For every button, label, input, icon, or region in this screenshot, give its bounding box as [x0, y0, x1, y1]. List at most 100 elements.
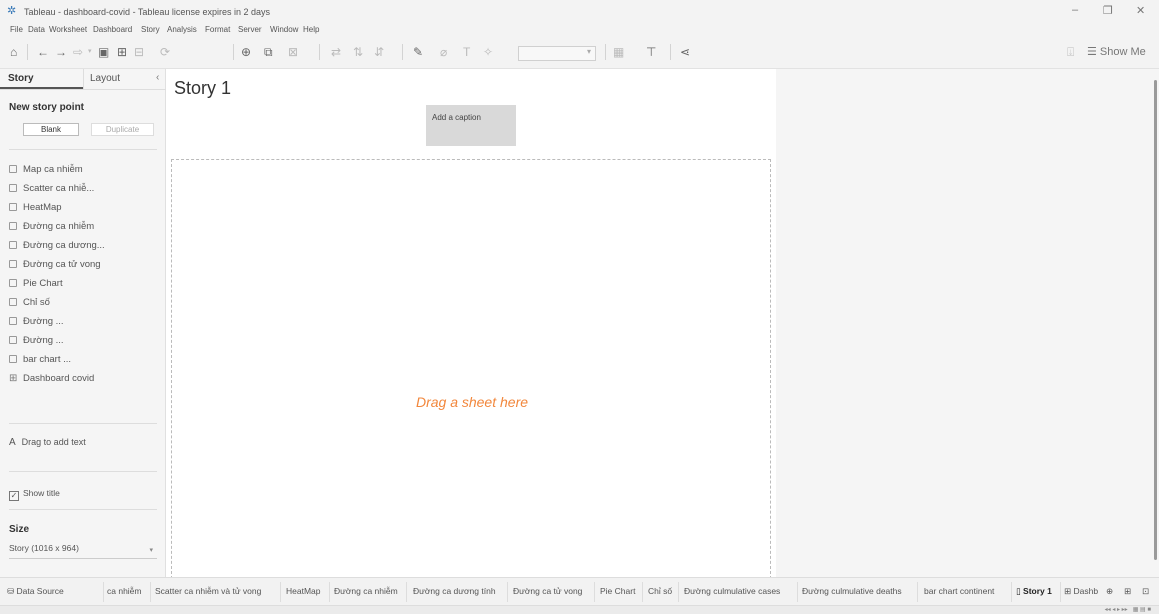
menu-server[interactable]: Server [238, 25, 262, 34]
new-story-icon[interactable]: ⊡ [1142, 586, 1149, 597]
tableau-logo-icon: ✲ [7, 5, 17, 17]
new-datasource-icon[interactable]: ⊞ [117, 45, 127, 59]
pause-updates-icon[interactable]: ⊟ [134, 45, 144, 59]
size-select[interactable]: Story (1016 x 964) ▾ [9, 543, 157, 559]
new-story-point-heading: New story point [9, 102, 85, 113]
checkbox-checked-icon: ✓ [9, 491, 19, 501]
cards-icon[interactable]: ▦ [613, 45, 624, 59]
tab-story-1[interactable]: ▯ Story 1 [1016, 586, 1052, 597]
story-canvas: Story 1 Add a caption Drag a sheet here [166, 69, 776, 579]
chevron-down-icon[interactable]: ▾ [88, 45, 92, 59]
worksheet-icon [9, 184, 17, 192]
drop-hint: Drag a sheet here [415, 394, 529, 410]
tab-sheet[interactable]: Đường ca nhiễm [334, 586, 398, 596]
tab-sheet[interactable]: Chỉ số [648, 586, 672, 596]
tab-sheet[interactable]: Đường culmulative cases [684, 586, 780, 596]
worksheet-icon [9, 298, 17, 306]
new-worksheet-icon[interactable]: ⊕ [1106, 586, 1113, 597]
sheet-item[interactable]: ⊞ Dashboard covid [9, 373, 94, 387]
swap-icon[interactable]: ⇄ [331, 45, 341, 59]
sheet-item[interactable]: Pie Chart [9, 278, 63, 292]
sheet-item[interactable]: Đường ... [9, 335, 64, 349]
sort-desc-icon[interactable]: ⇵ [374, 45, 384, 59]
clear-sheet-icon[interactable]: ⊠ [288, 45, 298, 59]
sheet-item[interactable]: Map ca nhiễm [9, 164, 83, 178]
menu-help[interactable]: Help [303, 25, 319, 34]
menu-data[interactable]: Data [28, 25, 45, 34]
presentation-icon[interactable]: ⊤ [646, 45, 656, 59]
tab-layout[interactable]: Layout [90, 73, 120, 84]
tab-data-source[interactable]: ⛁ Data Source [7, 586, 64, 597]
menu-format[interactable]: Format [205, 25, 230, 34]
close-icon[interactable]: ✕ [1136, 4, 1145, 17]
menu-analysis[interactable]: Analysis [167, 25, 197, 34]
worksheet-icon [9, 355, 17, 363]
tab-sheet[interactable]: bar chart continent [924, 586, 994, 596]
drag-to-add-text[interactable]: A Drag to add text [9, 437, 86, 448]
minimize-icon[interactable]: – [1072, 4, 1078, 16]
story-icon: ▯ [1016, 586, 1024, 596]
fit-select[interactable]: ▾ [518, 46, 596, 61]
worksheet-icon [9, 260, 17, 268]
menu-worksheet[interactable]: Worksheet [49, 25, 87, 34]
refresh-icon[interactable]: ⟳ [160, 45, 170, 59]
labels-icon[interactable]: T [463, 45, 470, 59]
dashboard-icon: ⊞ [9, 373, 18, 384]
highlight-icon[interactable]: ✎ [413, 45, 423, 59]
sheet-navigation-icon[interactable]: ◂◂ ◂ ▸ ▸▸ ▦ ▤ ■ [1105, 606, 1151, 613]
tab-sheet[interactable]: Đường ca tử vong [513, 586, 582, 596]
duplicate-button[interactable]: Duplicate [91, 123, 154, 136]
sort-asc-icon[interactable]: ⇅ [353, 45, 363, 59]
tab-sheet[interactable]: Đường ca dương tính [413, 586, 496, 596]
sheet-item[interactable]: Đường ... [9, 316, 64, 330]
vertical-scrollbar[interactable] [1154, 80, 1157, 560]
redo-icon[interactable]: → [55, 45, 67, 59]
chevron-down-icon: ▾ [149, 547, 153, 554]
worksheet-icon [9, 336, 17, 344]
restore-icon[interactable]: ❐ [1103, 4, 1113, 17]
worksheet-icon [9, 241, 17, 249]
tab-sheet[interactable]: Đường culmulative deaths [802, 586, 902, 596]
worksheet-icon [9, 222, 17, 230]
tab-sheet[interactable]: Pie Chart [600, 586, 635, 596]
sheet-item[interactable]: Đường ca tử vong [9, 259, 101, 273]
menu-file[interactable]: File [10, 25, 23, 34]
sheet-item[interactable]: Scatter ca nhiễ... [9, 183, 94, 197]
sheet-item[interactable]: Đường ca nhiễm [9, 221, 94, 235]
new-worksheet-icon[interactable]: ⊕ [241, 45, 251, 59]
menu-window[interactable]: Window [270, 25, 298, 34]
home-icon[interactable]: ⌂ [10, 45, 17, 59]
show-me-icon: ☰ [1087, 46, 1100, 58]
story-point-caption[interactable]: Add a caption [426, 105, 516, 146]
sheet-item[interactable]: bar chart ... [9, 354, 71, 368]
tab-sheet[interactable]: HeatMap [286, 586, 321, 596]
sheet-item[interactable]: Chỉ số [9, 297, 50, 311]
duplicate-sheet-icon[interactable]: ⧉ [264, 45, 273, 59]
title-bar: ✲ Tableau - dashboard-covid - Tableau li… [0, 0, 1159, 22]
new-dashboard-icon[interactable]: ⊞ [1124, 586, 1131, 597]
sheet-item[interactable]: Đường ca dương... [9, 240, 105, 254]
show-title-checkbox[interactable]: ✓ Show title [9, 488, 60, 501]
collapse-icon[interactable]: ‹ [156, 72, 159, 83]
tab-dashboard[interactable]: ⊞ Dashb [1064, 586, 1098, 597]
tab-sheet[interactable]: Scatter ca nhiễm và tử vong [155, 586, 261, 596]
text-object-icon: A [9, 437, 16, 448]
sheet-drop-zone[interactable]: Drag a sheet here [171, 159, 771, 579]
toolbar: ⌂ ← → ⇨ ▾ ▣ ⊞ ⊟ ⟳ ⊕ ⧉ ⊠ ⇄ ⇅ ⇵ ✎ ⌀ T ✧ ▾ … [0, 36, 1159, 69]
tab-sheet[interactable]: ca nhiễm [107, 586, 142, 596]
menu-story[interactable]: Story [141, 25, 160, 34]
menu-dashboard[interactable]: Dashboard [93, 25, 132, 34]
story-title[interactable]: Story 1 [174, 78, 231, 99]
pin-icon[interactable]: ✧ [483, 45, 493, 59]
show-me-button[interactable]: ☰ Show Me [1087, 45, 1146, 58]
group-icon[interactable]: ⌀ [440, 45, 447, 59]
save-icon[interactable]: ▣ [98, 45, 109, 59]
bulb-icon[interactable]: ⍗ [1067, 45, 1074, 59]
sheet-item[interactable]: HeatMap [9, 202, 62, 216]
share-icon[interactable]: ⋖ [680, 45, 690, 59]
tab-story[interactable]: Story [8, 73, 34, 84]
replay-icon[interactable]: ⇨ [73, 45, 83, 59]
undo-icon[interactable]: ← [37, 45, 49, 59]
blank-button[interactable]: Blank [23, 123, 79, 136]
chevron-down-icon: ▾ [586, 47, 591, 56]
